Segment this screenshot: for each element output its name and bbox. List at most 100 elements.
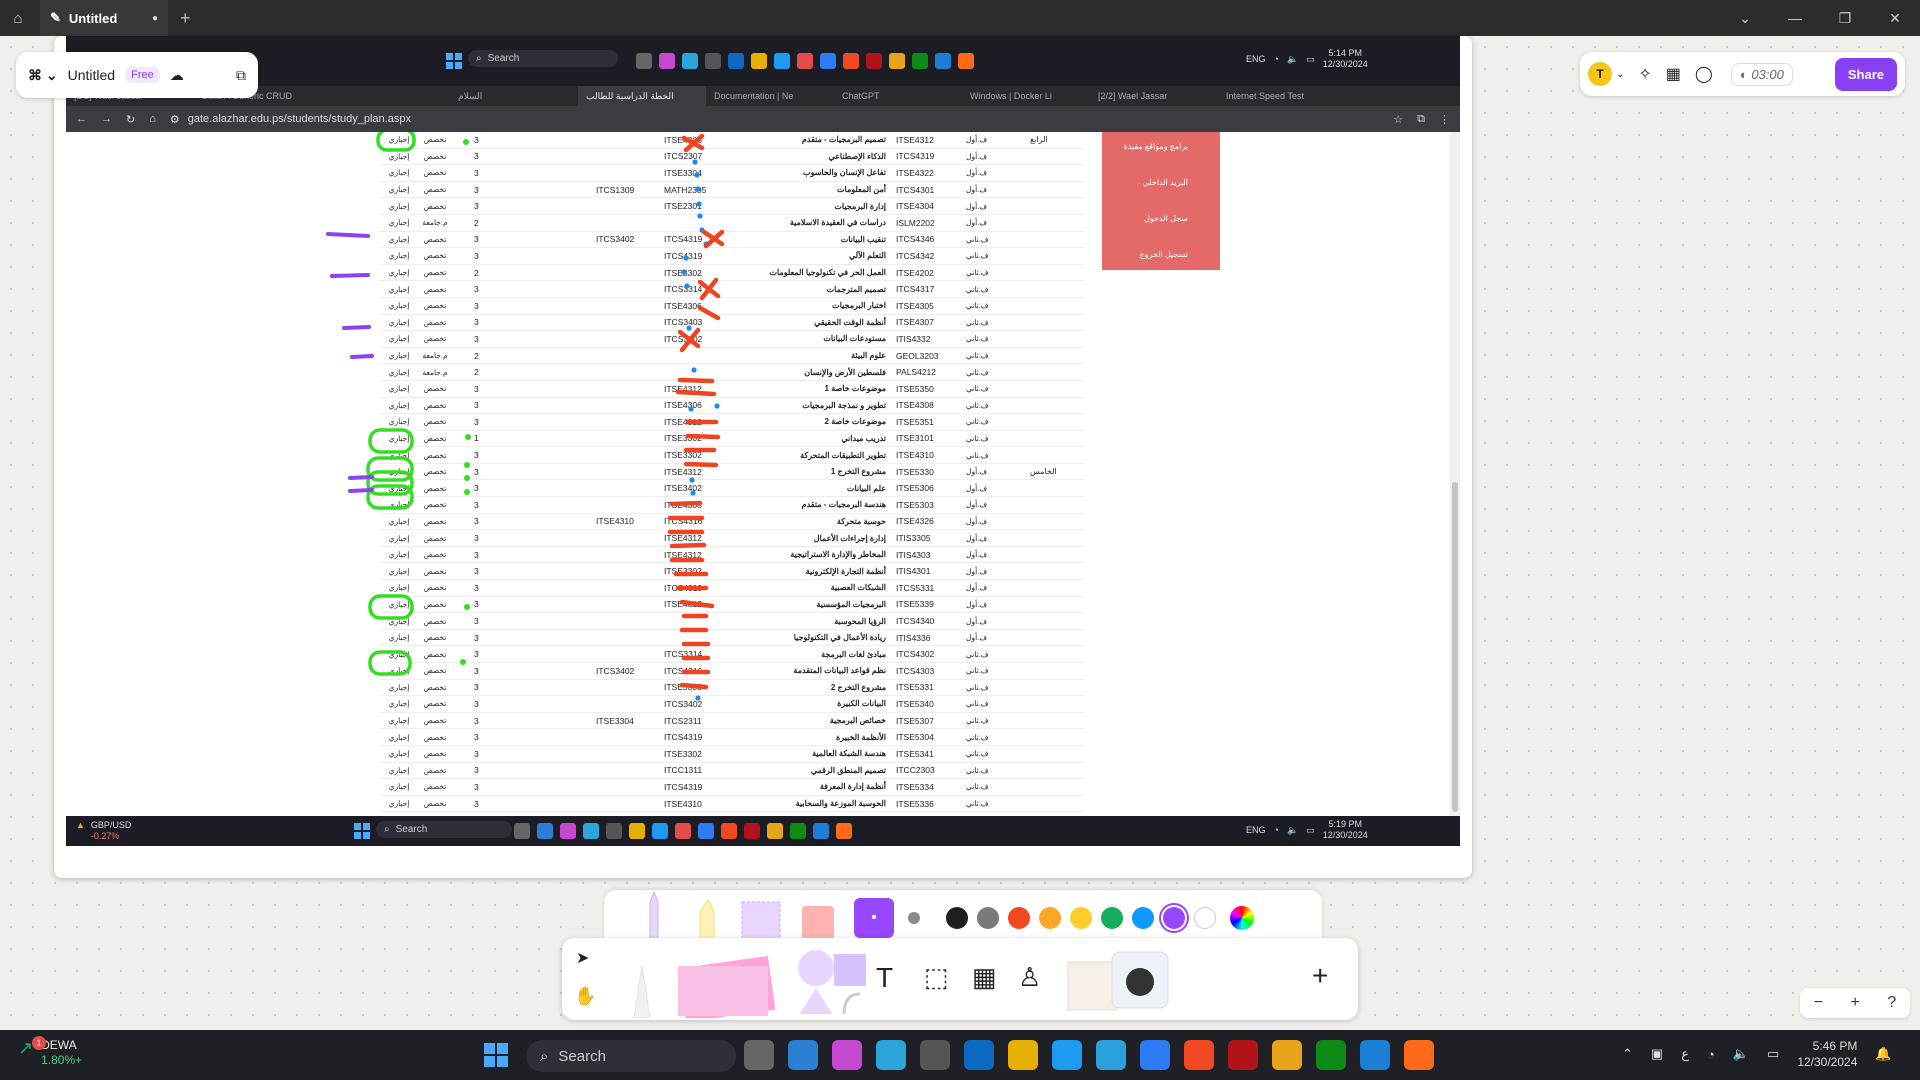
browser-tab[interactable]: السلام [450, 86, 578, 106]
minimize-icon[interactable]: — [1770, 0, 1820, 36]
outlook-icon[interactable] [964, 1040, 994, 1070]
postman-icon[interactable] [1404, 1040, 1434, 1070]
hand-tool-icon[interactable]: ✋ [574, 986, 596, 1007]
color-swatch[interactable] [1194, 907, 1216, 929]
pages-icon[interactable]: ⧉ [236, 67, 246, 84]
select-cursor-icon[interactable]: ➤ [576, 948, 589, 968]
cloud-upload-icon[interactable]: ☁ [170, 67, 184, 84]
color-swatch[interactable] [1163, 907, 1185, 929]
color-swatch[interactable] [1008, 907, 1030, 929]
windows-start-icon[interactable] [484, 1043, 508, 1067]
inner-bottom-search[interactable]: ⌕ Search [376, 821, 512, 838]
task-view-icon[interactable] [744, 1040, 774, 1070]
table-tool-icon[interactable]: ▦ [972, 962, 997, 993]
marker-pen-icon[interactable] [634, 892, 674, 944]
browser-tab[interactable]: Documentation | Ne [706, 86, 834, 106]
telegram-icon[interactable] [1096, 1040, 1126, 1070]
section-tool-icon[interactable]: ⬚ [924, 962, 949, 993]
battery-icon[interactable]: ▭ [1767, 1046, 1779, 1062]
mail-icon[interactable] [788, 1040, 818, 1070]
home-icon[interactable]: ⌂ [149, 113, 156, 125]
taskbar-search[interactable]: ⌕ Search [526, 1040, 736, 1072]
clock-date[interactable]: 12/30/2024 [1797, 1054, 1857, 1070]
browser-tab[interactable]: Internet Speed Test [1218, 86, 1346, 106]
browser-tab[interactable]: الخطة الدراسية للطالب [578, 86, 706, 106]
help-icon[interactable]: ? [1887, 994, 1896, 1012]
browser-menu-icon[interactable]: ⋮ [1439, 113, 1450, 126]
side-menu-item[interactable]: سجل الدخول [1112, 214, 1210, 250]
sticky-note-icon[interactable] [672, 946, 782, 1018]
comment-icon[interactable]: ◯ [1695, 64, 1713, 84]
new-tab-icon[interactable]: + [180, 8, 191, 29]
side-menu-item[interactable]: برامج ومواقع مفيدة [1112, 142, 1210, 178]
plan-badge[interactable]: Free [125, 67, 160, 83]
zoom-out-icon[interactable]: − [1814, 994, 1823, 1012]
copilot-icon[interactable] [832, 1040, 862, 1070]
stroke-size-selected[interactable]: • [854, 898, 894, 938]
notifications-icon[interactable]: 🔔 [1875, 1046, 1891, 1062]
side-menu-item[interactable]: البريد الداخلي [1112, 178, 1210, 214]
ai-sparkle-icon[interactable]: ✧ [1638, 64, 1651, 84]
stock-widget[interactable]: ↗ 1 DEWA 1.80%+ [18, 1036, 82, 1068]
color-swatch[interactable] [1039, 907, 1061, 929]
color-swatch[interactable] [1070, 907, 1092, 929]
tray-app-icon[interactable]: ▣ [1651, 1046, 1663, 1062]
volume-icon[interactable]: 🔈 [1733, 1046, 1749, 1062]
browser-tab[interactable] [322, 86, 450, 106]
color-swatch[interactable] [1132, 907, 1154, 929]
timer[interactable]: ◐ 03:00 [1730, 62, 1793, 86]
highlighter-icon[interactable] [686, 892, 726, 944]
pen-tool-icon[interactable] [614, 946, 670, 1018]
file-explorer-icon[interactable] [1008, 1040, 1038, 1070]
avatar-dropdown-icon[interactable]: ⌄ [1616, 69, 1624, 80]
color-swatch[interactable] [946, 907, 968, 929]
tray-chevron-icon[interactable]: ⌃ [1622, 1046, 1633, 1062]
color-swatch[interactable] [977, 907, 999, 929]
file-tab[interactable]: ✎ Untitled ● [40, 0, 168, 36]
shapes-icon[interactable] [792, 944, 872, 1016]
stamp-tool-icon[interactable]: ♙ [1018, 962, 1041, 993]
table-layout-icon[interactable]: ▦ [1666, 64, 1681, 84]
forward-icon[interactable]: → [101, 113, 112, 125]
page-scrollbar[interactable] [1450, 132, 1460, 816]
custom-color-icon[interactable] [1230, 906, 1254, 930]
wifi-icon[interactable]: ◔ [1707, 1047, 1715, 1062]
browser-tab[interactable]: Windows | Docker Li [962, 86, 1090, 106]
chrome-icon[interactable] [1272, 1040, 1302, 1070]
pasted-screenshot[interactable]: ⌕ Search ENG ◔ 🔈 ▭ 5:14 PM 12/30/2024 [2… [54, 36, 1472, 878]
inner-search[interactable]: ⌕ Search [468, 50, 618, 67]
zoom-in-icon[interactable]: + [1851, 994, 1860, 1012]
vscode-icon[interactable] [1360, 1040, 1390, 1070]
stroke-size-large[interactable] [908, 912, 920, 924]
edge-icon[interactable] [876, 1040, 906, 1070]
tabs-menu-icon[interactable]: ⌄ [1720, 0, 1770, 36]
eraser-icon[interactable] [794, 892, 840, 944]
terminal-icon[interactable] [920, 1040, 950, 1070]
clock-time[interactable]: 5:46 PM [1797, 1038, 1858, 1054]
text-tool-icon[interactable]: T [876, 962, 893, 994]
twitter-icon[interactable] [1052, 1040, 1082, 1070]
maximize-icon[interactable]: ❐ [1820, 0, 1870, 36]
browser-tab[interactable]: ChatGPT [834, 86, 962, 106]
close-icon[interactable]: ✕ [1870, 0, 1920, 36]
bookmark-star-icon[interactable]: ☆ [1393, 113, 1403, 126]
browser-tab[interactable]: [2/2] Wael Jassar [1090, 86, 1218, 106]
file-name[interactable]: Untitled [68, 67, 115, 83]
side-menu-item[interactable]: تسجيل الخروج [1112, 250, 1210, 286]
figma-icon[interactable] [1184, 1040, 1214, 1070]
templates-icon[interactable] [1062, 944, 1182, 1016]
input-lang[interactable]: ع [1681, 1046, 1689, 1062]
share-button[interactable]: Share [1834, 57, 1897, 91]
firefox-icon[interactable] [1140, 1040, 1170, 1070]
more-tools-icon[interactable]: + [1312, 960, 1328, 992]
address-bar[interactable]: ⚙ gate.alazhar.edu.ps/students/study_pla… [170, 113, 411, 126]
back-icon[interactable]: ← [76, 113, 87, 125]
media-app-icon[interactable] [1228, 1040, 1258, 1070]
reload-icon[interactable]: ↻ [126, 113, 135, 126]
washi-tape-icon[interactable] [738, 892, 784, 944]
extensions-icon[interactable]: ⧉ [1417, 113, 1425, 126]
color-swatch[interactable] [1101, 907, 1123, 929]
home-icon[interactable]: ⌂ [0, 0, 36, 36]
figjam-menu-icon[interactable]: ⌘ ⌄ [28, 67, 58, 84]
xbox-icon[interactable] [1316, 1040, 1346, 1070]
